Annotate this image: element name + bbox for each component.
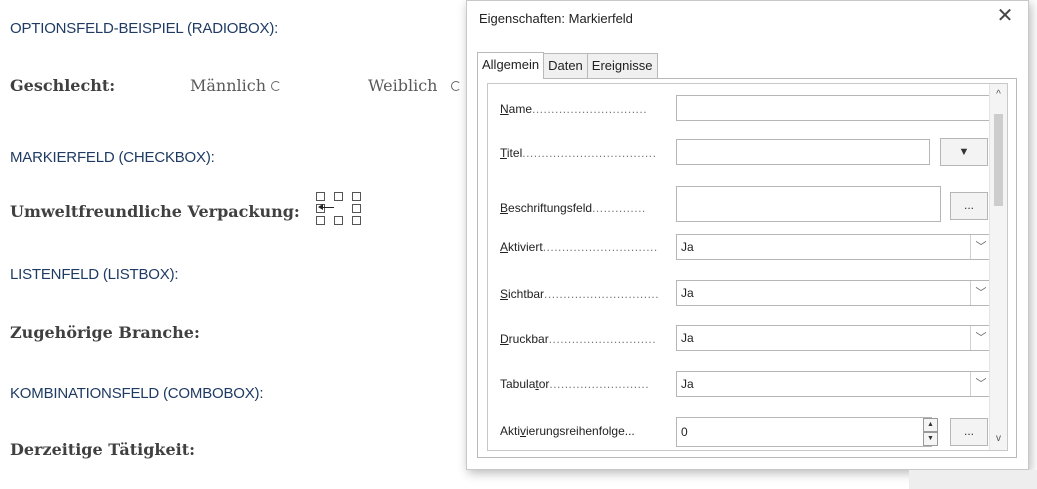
scrollbar-thumb[interactable]: [994, 114, 1003, 206]
label-packaging: Umweltfreundliche Verpackung:: [10, 202, 300, 221]
option-female-label: Weiblich: [368, 76, 438, 95]
tab-ereignisse[interactable]: Ereignisse: [586, 53, 658, 78]
tab-order-spinner[interactable]: ▲ ▼: [923, 418, 938, 446]
radio-male[interactable]: [271, 81, 281, 91]
enabled-select[interactable]: Ja ﹀: [676, 234, 992, 260]
prop-label-tab-order: Aktivierungsreihenfolge...: [500, 424, 635, 438]
option-male-label: Männlich: [190, 76, 267, 95]
prop-label-tabstop: Tabulator..........................: [500, 377, 650, 391]
dialog-title: Eigenschaften: Markierfeld: [479, 11, 633, 26]
enabled-value: Ja: [681, 240, 694, 254]
background-strip: [909, 470, 1037, 489]
chevron-down-icon: ﹀: [970, 281, 991, 305]
prop-label-title: Titel...................................: [500, 146, 657, 160]
section-heading-checkbox: MARKIERFELD (CHECKBOX):: [10, 149, 215, 166]
tab-order-field[interactable]: 0: [676, 417, 932, 447]
section-heading-combobox: KOMBINATIONSFELD (COMBOBOX):: [10, 385, 264, 402]
selection-handle[interactable]: [334, 192, 343, 201]
chevron-down-icon: ﹀: [970, 326, 991, 350]
vertical-scrollbar[interactable]: ^ v: [989, 84, 1007, 450]
close-button[interactable]: ✕: [994, 5, 1016, 27]
prop-label-name: Name..............................: [500, 102, 648, 116]
spin-up-icon[interactable]: ▲: [923, 418, 938, 432]
section-heading-radiobox: OPTIONSFELD-BEISPIEL (RADIOBOX):: [10, 20, 279, 37]
spin-down-icon[interactable]: ▼: [923, 432, 938, 446]
tab-panel-allgemein: Name.............................. Titel…: [477, 78, 1017, 458]
prop-label-visible: Sichtbar..............................: [500, 287, 660, 301]
label-industry: Zugehörige Branche:: [10, 323, 200, 342]
tab-allgemein[interactable]: Allgemein: [477, 52, 545, 79]
printable-value: Ja: [681, 331, 694, 345]
selection-handle[interactable]: [352, 204, 361, 213]
tab-order-browse-button[interactable]: ...: [950, 418, 988, 446]
scroll-down-icon[interactable]: v: [990, 430, 1007, 448]
selection-handle[interactable]: [334, 216, 343, 225]
selection-handle[interactable]: [316, 216, 325, 225]
tabstop-select[interactable]: Ja ﹀: [676, 371, 992, 397]
properties-list: Name.............................. Titel…: [487, 83, 1008, 451]
chevron-down-icon: ﹀: [970, 372, 991, 396]
label-gender: Geschlecht:: [10, 76, 116, 95]
label-field-input[interactable]: [676, 186, 941, 222]
visible-select[interactable]: Ja ﹀: [676, 280, 992, 306]
label-field-browse-button[interactable]: ...: [950, 192, 988, 220]
tabstop-value: Ja: [681, 377, 694, 391]
title-field[interactable]: [676, 139, 930, 165]
name-field[interactable]: [676, 95, 992, 121]
visible-value: Ja: [681, 286, 694, 300]
radio-female[interactable]: [451, 81, 461, 91]
tab-bar: Allgemein Daten Ereignisse: [477, 52, 658, 79]
tab-daten[interactable]: Daten: [543, 53, 588, 78]
selection-handle[interactable]: [316, 192, 325, 201]
chevron-down-icon: ﹀: [970, 235, 991, 259]
printable-select[interactable]: Ja ﹀: [676, 325, 992, 351]
prop-label-printable: Druckbar............................: [500, 332, 657, 346]
scroll-up-icon[interactable]: ^: [990, 86, 1007, 104]
selection-handle[interactable]: [352, 192, 361, 201]
prop-label-enabled: Aktiviert..............................: [500, 240, 658, 254]
section-heading-listbox: LISTENFELD (LISTBOX):: [10, 266, 179, 283]
selection-handle[interactable]: [352, 216, 361, 225]
prop-label-label-field: Beschriftungsfeld..............: [500, 201, 646, 215]
label-activity: Derzeitige Tätigkeit:: [10, 440, 196, 459]
properties-dialog: Eigenschaften: Markierfeld ✕ Allgemein D…: [466, 0, 1029, 470]
title-dropdown-button[interactable]: ▼: [940, 138, 988, 166]
anchor-arrow-icon: [318, 204, 323, 210]
